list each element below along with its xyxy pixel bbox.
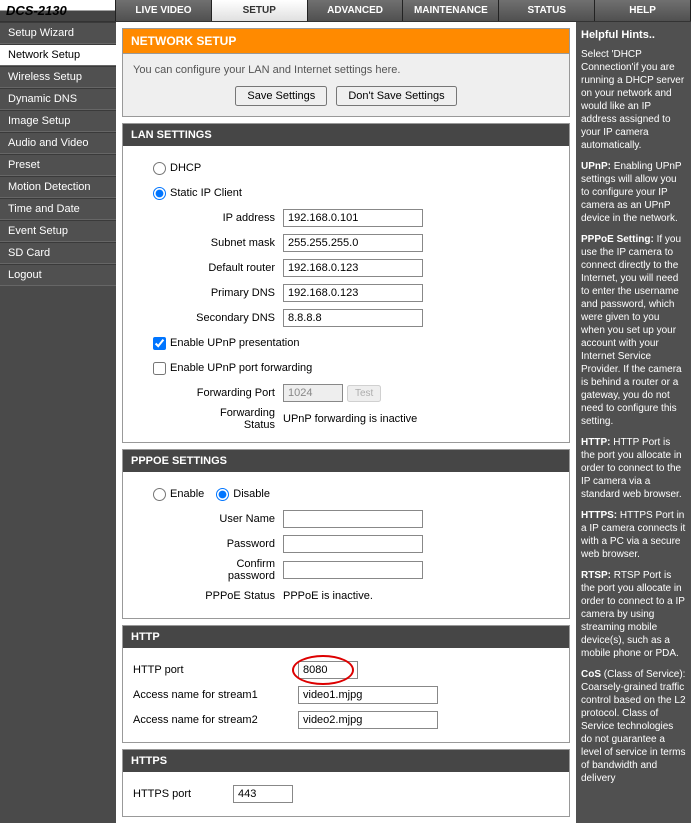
sidebar-sd-card[interactable]: SD Card <box>0 242 116 264</box>
sidebar-motion-detection[interactable]: Motion Detection <box>0 176 116 198</box>
sidebar-setup-wizard[interactable]: Setup Wizard <box>0 22 116 44</box>
upnp-presentation-label: Enable UPnP presentation <box>170 337 299 349</box>
forwarding-port-label: Forwarding Port <box>188 387 283 399</box>
test-button[interactable]: Test <box>347 385 381 402</box>
dhcp-label: DHCP <box>170 162 201 174</box>
primary-dns-input[interactable] <box>283 284 423 302</box>
helpful-hints-panel: Helpful Hints.. Select 'DHCP Connection'… <box>576 22 691 823</box>
sidebar-logout[interactable]: Logout <box>0 264 116 286</box>
sidebar-network-setup[interactable]: Network Setup <box>0 44 116 66</box>
nav-status[interactable]: STATUS <box>499 0 595 21</box>
nav-help[interactable]: HELP <box>595 0 691 21</box>
pppoe-status-value: PPPoE is inactive. <box>283 590 373 602</box>
pppoe-user-input[interactable] <box>283 510 423 528</box>
save-settings-button[interactable]: Save Settings <box>235 86 327 106</box>
subnet-input[interactable] <box>283 234 423 252</box>
pppoe-enable-label: Enable <box>170 488 204 500</box>
router-input[interactable] <box>283 259 423 277</box>
ip-input[interactable] <box>283 209 423 227</box>
router-label: Default router <box>188 262 283 274</box>
primary-dns-label: Primary DNS <box>188 287 283 299</box>
hint-pppoe: PPPoE Setting: If you use the IP camera … <box>581 233 686 428</box>
stream1-input[interactable] <box>298 686 438 704</box>
static-ip-label: Static IP Client <box>170 187 242 199</box>
pppoe-disable-label: Disable <box>233 488 270 500</box>
stream2-label: Access name for stream2 <box>133 714 298 726</box>
sidebar-preset[interactable]: Preset <box>0 154 116 176</box>
sidebar-audio-video[interactable]: Audio and Video <box>0 132 116 154</box>
upnp-forwarding-label: Enable UPnP port forwarding <box>170 362 312 374</box>
upnp-forwarding-checkbox[interactable] <box>153 362 166 375</box>
pppoe-enable-radio[interactable] <box>153 488 166 501</box>
hint-http: HTTP: HTTP Port is the port you allocate… <box>581 436 686 501</box>
stream1-label: Access name for stream1 <box>133 689 298 701</box>
https-section-header: HTTPS <box>123 750 569 772</box>
ip-label: IP address <box>188 212 283 224</box>
hint-rtsp: RTSP: RTSP Port is the port you allocate… <box>581 569 686 660</box>
subnet-label: Subnet mask <box>188 237 283 249</box>
forwarding-port-input[interactable] <box>283 384 343 402</box>
hint-https: HTTPS: HTTPS Port in a IP camera connect… <box>581 509 686 561</box>
hints-title: Helpful Hints.. <box>581 28 686 42</box>
nav-advanced[interactable]: ADVANCED <box>308 0 404 21</box>
pppoe-pass-input[interactable] <box>283 535 423 553</box>
https-port-input[interactable] <box>233 785 293 803</box>
sidebar-dynamic-dns[interactable]: Dynamic DNS <box>0 88 116 110</box>
nav-live-video[interactable]: LIVE VIDEO <box>116 0 212 21</box>
stream2-input[interactable] <box>298 711 438 729</box>
pppoe-section-header: PPPOE SETTINGS <box>123 450 569 472</box>
hint-dhcp: Select 'DHCP Connection'if you are runni… <box>581 48 686 152</box>
static-ip-radio[interactable] <box>153 187 166 200</box>
pppoe-confirm-input[interactable] <box>283 561 423 579</box>
pppoe-status-label: PPPoE Status <box>188 590 283 602</box>
dhcp-radio[interactable] <box>153 162 166 175</box>
sidebar-image-setup[interactable]: Image Setup <box>0 110 116 132</box>
sidebar-wireless-setup[interactable]: Wireless Setup <box>0 66 116 88</box>
secondary-dns-label: Secondary DNS <box>188 312 283 324</box>
pppoe-confirm-label: Confirm password <box>188 558 283 582</box>
nav-maintenance[interactable]: MAINTENANCE <box>403 0 499 21</box>
main-content: NETWORK SETUP You can configure your LAN… <box>116 22 576 823</box>
upnp-presentation-checkbox[interactable] <box>153 337 166 350</box>
sidebar: Setup Wizard Network Setup Wireless Setu… <box>0 22 116 823</box>
pppoe-user-label: User Name <box>188 513 283 525</box>
page-title: NETWORK SETUP <box>122 28 570 53</box>
http-port-input[interactable] <box>298 661 358 679</box>
secondary-dns-input[interactable] <box>283 309 423 327</box>
pppoe-disable-radio[interactable] <box>216 488 229 501</box>
sidebar-time-date[interactable]: Time and Date <box>0 198 116 220</box>
hint-upnp: UPnP: Enabling UPnP settings will allow … <box>581 160 686 225</box>
https-port-label: HTTPS port <box>133 788 233 800</box>
http-section-header: HTTP <box>123 626 569 648</box>
hint-cos: CoS (Class of Service): Coarsely-grained… <box>581 668 686 785</box>
forwarding-status-label: Forwarding Status <box>188 407 283 431</box>
model-label: DCS-2130 <box>0 0 116 21</box>
http-port-label: HTTP port <box>133 664 298 676</box>
lan-section-header: LAN SETTINGS <box>123 124 569 146</box>
sidebar-event-setup[interactable]: Event Setup <box>0 220 116 242</box>
nav-setup[interactable]: SETUP <box>212 0 308 21</box>
forwarding-status-value: UPnP forwarding is inactive <box>283 413 417 425</box>
intro-text: You can configure your LAN and Internet … <box>133 64 559 76</box>
pppoe-pass-label: Password <box>188 538 283 550</box>
dont-save-settings-button[interactable]: Don't Save Settings <box>336 86 456 106</box>
